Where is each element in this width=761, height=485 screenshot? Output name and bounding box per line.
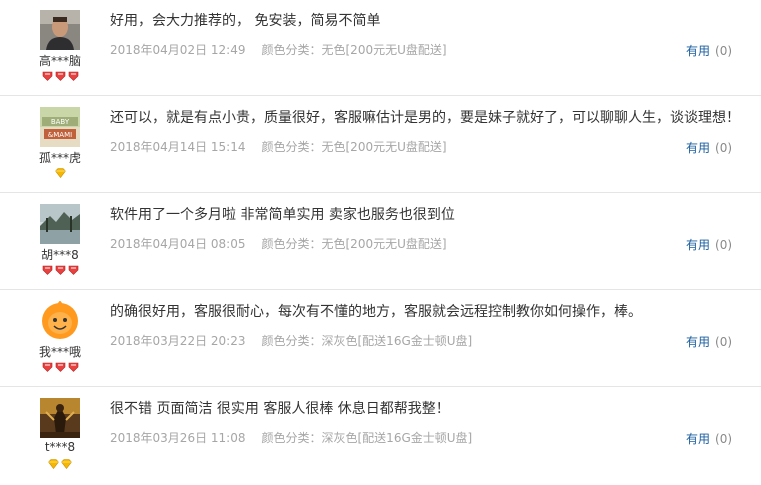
user-level-badges (20, 168, 100, 180)
review-date: 2018年03月26日 11:08 (110, 431, 246, 445)
review-item: t***8 很不错 页面简洁 很实用 客服人很棒 休息日都帮我整！ 2018年0… (0, 388, 761, 484)
useful-button[interactable]: 有用 (686, 141, 710, 155)
red-heart-icon (55, 71, 65, 81)
user-level-badges (20, 459, 100, 471)
user-avatar[interactable]: BABY &MAMI (40, 107, 80, 147)
gold-diamond-icon (61, 459, 72, 469)
red-heart-icon (55, 362, 65, 372)
review-meta: 2018年04月04日 08:05 颜色分类：无色[200元无U盘配送] (110, 235, 447, 252)
red-heart-icon (68, 265, 78, 275)
review-date: 2018年04月14日 15:14 (110, 140, 246, 154)
useful-vote: 有用 (0) (686, 430, 732, 447)
useful-count: (0) (715, 141, 733, 155)
red-heart-icon (42, 265, 52, 275)
review-text: 很不错 页面简洁 很实用 客服人很棒 休息日都帮我整！ (110, 401, 450, 417)
red-heart-icon (68, 362, 78, 372)
user-avatar[interactable] (40, 301, 80, 341)
user-level-badges (20, 362, 100, 374)
useful-button[interactable]: 有用 (686, 238, 710, 252)
gold-diamond-icon (48, 459, 59, 469)
color-category-label: 颜色分类： (261, 140, 322, 154)
review-text: 的确很好用，客服很耐心，每次有不懂的地方，客服就会远程控制教你如何操作，棒。 (110, 304, 642, 320)
user-name: 高***脑 (38, 54, 81, 68)
red-heart-icon (42, 362, 52, 372)
user-name: t***8 (44, 440, 76, 454)
review-item: 胡***8 软件用了一个多月啦 非常简单实用 卖家也服务也很到位 2018年04… (0, 194, 761, 290)
review-item: 我***哦 的确很好用，客服很耐心，每次有不懂的地方，客服就会远程控制教你如何操… (0, 291, 761, 387)
review-text: 还可以，就是有点小贵，质量很好，客服嘛估计是男的，要是妹子就好了，可以聊聊人生，… (110, 110, 740, 126)
color-category-value: 深灰色[配送16G金士顿U盘] (321, 431, 473, 445)
user-name: 我***哦 (38, 345, 81, 359)
gold-diamond-icon (54, 168, 66, 178)
useful-count: (0) (715, 238, 733, 252)
review-meta: 2018年03月22日 20:23 颜色分类：深灰色[配送16G金士顿U盘] (110, 332, 472, 349)
red-heart-icon (55, 265, 65, 275)
user-name: 胡***8 (41, 248, 79, 262)
svg-text:&MAMI: &MAMI (48, 131, 72, 139)
useful-vote: 有用 (0) (686, 236, 732, 253)
useful-count: (0) (715, 44, 733, 58)
color-category-value: 无色[200元无U盘配送] (321, 140, 447, 154)
user-name: 孤***虎 (38, 151, 81, 165)
user-avatar[interactable] (40, 10, 80, 50)
red-heart-icon (68, 71, 78, 81)
useful-count: (0) (715, 335, 733, 349)
user-level-badges (20, 71, 100, 83)
user-level-badges (20, 265, 100, 277)
user-avatar[interactable] (40, 204, 80, 244)
review-text: 软件用了一个多月啦 非常简单实用 卖家也服务也很到位 (110, 207, 455, 223)
color-category-value: 无色[200元无U盘配送] (321, 43, 447, 57)
review-text: 好用，会大力推荐的， 免安装，简易不简单 (110, 13, 381, 29)
color-category-value: 深灰色[配送16G金士顿U盘] (321, 334, 473, 348)
review-date: 2018年03月22日 20:23 (110, 334, 246, 348)
useful-button[interactable]: 有用 (686, 335, 710, 349)
review-meta: 2018年04月14日 15:14 颜色分类：无色[200元无U盘配送] (110, 138, 447, 155)
useful-button[interactable]: 有用 (686, 432, 710, 446)
color-category-label: 颜色分类： (261, 334, 322, 348)
useful-vote: 有用 (0) (686, 42, 732, 59)
review-meta: 2018年04月02日 12:49 颜色分类：无色[200元无U盘配送] (110, 41, 447, 58)
useful-count: (0) (715, 432, 733, 446)
useful-button[interactable]: 有用 (686, 44, 710, 58)
useful-vote: 有用 (0) (686, 333, 732, 350)
review-date: 2018年04月04日 08:05 (110, 237, 246, 251)
user-avatar[interactable] (40, 398, 80, 438)
color-category-label: 颜色分类： (261, 237, 322, 251)
red-heart-icon (42, 71, 52, 81)
review-date: 2018年04月02日 12:49 (110, 43, 246, 57)
color-category-label: 颜色分类： (261, 431, 322, 445)
svg-text:BABY: BABY (51, 118, 70, 126)
review-meta: 2018年03月26日 11:08 颜色分类：深灰色[配送16G金士顿U盘] (110, 429, 472, 446)
useful-vote: 有用 (0) (686, 139, 732, 156)
color-category-label: 颜色分类： (261, 43, 322, 57)
review-item: BABY &MAMI 孤***虎 还可以，就是有点小贵，质量很好，客服嘛估计是男… (0, 97, 761, 193)
color-category-value: 无色[200元无U盘配送] (321, 237, 447, 251)
review-item: 高***脑 好用，会大力推荐的， 免安装，简易不简单 2018年04月02日 1… (0, 0, 761, 96)
